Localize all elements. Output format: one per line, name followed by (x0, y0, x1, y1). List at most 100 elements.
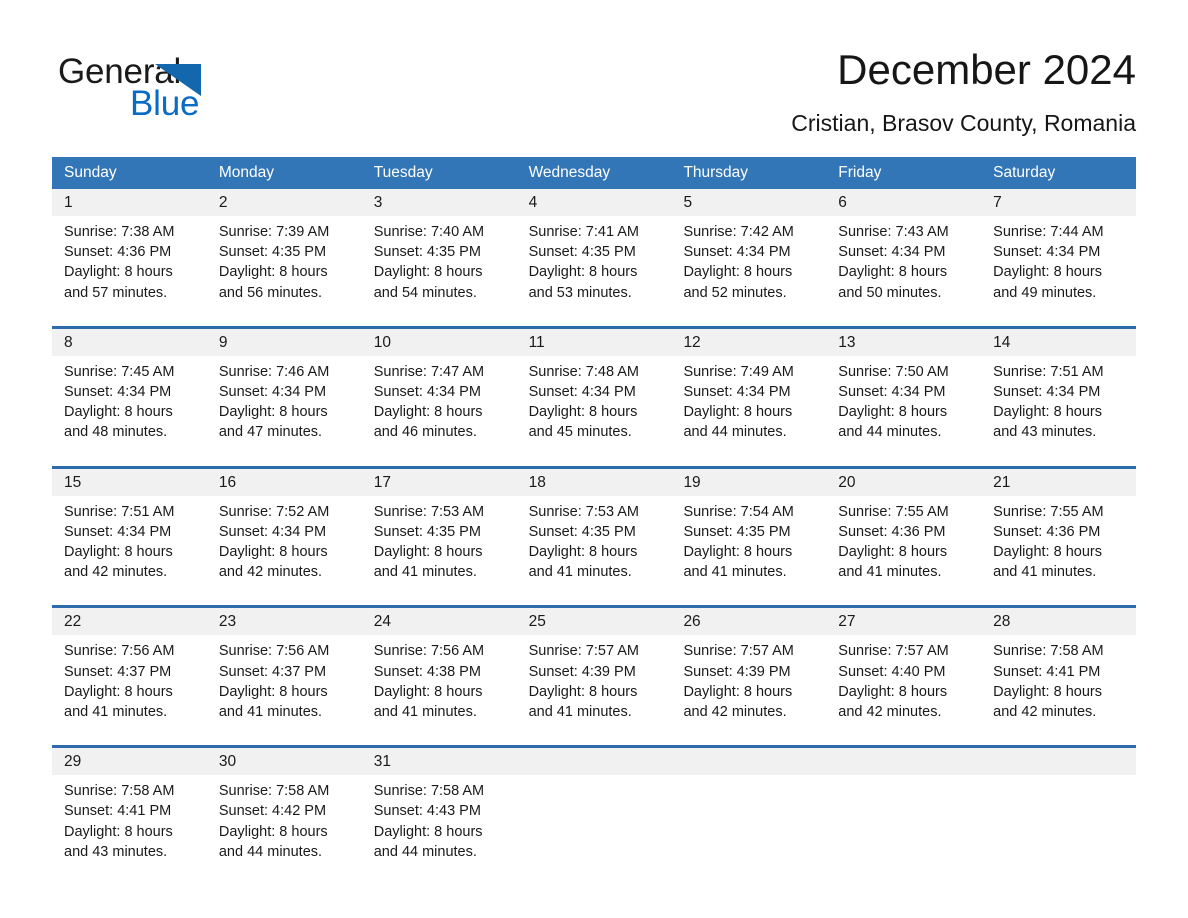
day-number[interactable]: 2 (207, 189, 362, 216)
day-cell[interactable]: Sunrise: 7:51 AM Sunset: 4:34 PM Daylight:… (52, 496, 207, 589)
day-detail-line: and 54 minutes. (373, 284, 477, 301)
day-detail-line: Sunrise: 7:57 AM (683, 643, 794, 660)
weekday-header-row: Sunday Monday Tuesday Wednesday Thursday… (52, 157, 1136, 189)
day-detail-line: and 42 minutes. (683, 704, 787, 721)
day-number[interactable]: 24 (362, 608, 517, 635)
day-number[interactable]: 31 (362, 748, 517, 775)
day-cell[interactable]: Sunrise: 7:58 AM Sunset: 4:41 PM Daylight:… (52, 775, 207, 868)
day-cell[interactable]: Sunrise: 7:53 AM Sunset: 4:35 PM Daylight:… (517, 496, 672, 589)
day-detail-line: Sunset: 4:35 PM (528, 244, 636, 261)
day-cell[interactable]: Sunrise: 7:58 AM Sunset: 4:41 PM Daylight:… (981, 635, 1136, 728)
day-cell[interactable]: Sunrise: 7:51 AM Sunset: 4:34 PM Daylight:… (981, 356, 1136, 449)
day-number[interactable]: 3 (362, 189, 517, 216)
day-cell[interactable]: Sunrise: 7:52 AM Sunset: 4:34 PM Daylight:… (207, 496, 362, 589)
day-detail-line: Sunrise: 7:52 AM (218, 503, 330, 520)
day-number[interactable]: 12 (671, 329, 826, 356)
day-detail-line: Sunset: 4:34 PM (528, 384, 636, 401)
day-number[interactable]: 9 (207, 329, 362, 356)
day-detail-line: Sunset: 4:34 PM (218, 384, 327, 401)
day-number[interactable]: 13 (826, 329, 981, 356)
day-detail-line: Sunrise: 7:45 AM (64, 363, 175, 380)
day-cell[interactable]: Sunrise: 7:57 AM Sunset: 4:39 PM Daylight:… (517, 635, 672, 728)
day-detail-line: Daylight: 8 hours (528, 683, 638, 700)
day-number[interactable]: 20 (826, 469, 981, 496)
day-number[interactable]: 28 (981, 608, 1136, 635)
day-cell[interactable]: Sunrise: 7:53 AM Sunset: 4:35 PM Daylight:… (362, 496, 517, 589)
day-cell[interactable]: Sunrise: 7:48 AM Sunset: 4:34 PM Daylight:… (517, 356, 672, 449)
day-cell[interactable]: Sunrise: 7:56 AM Sunset: 4:37 PM Daylight:… (207, 635, 362, 728)
day-cell[interactable]: Sunrise: 7:55 AM Sunset: 4:36 PM Daylight:… (981, 496, 1136, 589)
day-number[interactable]: 23 (207, 608, 362, 635)
day-detail-line: and 42 minutes. (64, 564, 168, 581)
day-cell[interactable]: Sunrise: 7:58 AM Sunset: 4:43 PM Daylight:… (362, 775, 517, 868)
day-number[interactable]: 30 (207, 748, 362, 775)
day-number-empty (671, 748, 826, 775)
day-cell[interactable]: Sunrise: 7:56 AM Sunset: 4:37 PM Daylight:… (52, 635, 207, 728)
day-detail-line: Sunset: 4:34 PM (838, 244, 946, 261)
day-detail-line: Sunset: 4:35 PM (683, 523, 791, 540)
day-number[interactable]: 14 (981, 329, 1136, 356)
day-cell[interactable]: Sunrise: 7:44 AM Sunset: 4:34 PM Daylight:… (981, 216, 1136, 309)
day-cell[interactable]: Sunrise: 7:47 AM Sunset: 4:34 PM Daylight:… (362, 356, 517, 449)
day-number[interactable]: 27 (826, 608, 981, 635)
day-cell[interactable]: Sunrise: 7:50 AM Sunset: 4:34 PM Daylight:… (826, 356, 981, 449)
day-cell[interactable]: Sunrise: 7:58 AM Sunset: 4:42 PM Daylight:… (207, 775, 362, 868)
day-cell[interactable]: Sunrise: 7:56 AM Sunset: 4:38 PM Daylight:… (362, 635, 517, 728)
day-number[interactable]: 4 (517, 189, 672, 216)
day-number[interactable]: 10 (362, 329, 517, 356)
day-number[interactable]: 21 (981, 469, 1136, 496)
day-detail-line: Sunrise: 7:57 AM (838, 643, 949, 660)
day-detail-line: Sunset: 4:35 PM (373, 244, 481, 261)
day-cell[interactable]: Sunrise: 7:46 AM Sunset: 4:34 PM Daylight:… (207, 356, 362, 449)
day-number[interactable]: 1 (52, 189, 207, 216)
day-content-row: Sunrise: 7:45 AM Sunset: 4:34 PM Daylight:… (52, 355, 1136, 449)
day-cell[interactable]: Sunrise: 7:38 AM Sunset: 4:36 PM Daylight:… (52, 216, 207, 309)
day-number[interactable]: 16 (207, 469, 362, 496)
day-cell[interactable]: Sunrise: 7:43 AM Sunset: 4:34 PM Daylight:… (826, 216, 981, 309)
day-number[interactable]: 7 (981, 189, 1136, 216)
day-number[interactable]: 25 (517, 608, 672, 635)
day-detail-line: Daylight: 8 hours (64, 683, 173, 700)
calendar-week-row: 1 2 3 4 5 6 7 Sunrise: 7:38 AM Sunset: 4:36 PM Da… (52, 189, 1136, 309)
day-detail-line: Sunrise: 7:39 AM (218, 224, 330, 240)
day-detail-line: Sunrise: 7:58 AM (218, 783, 330, 800)
day-detail-line: Sunset: 4:42 PM (218, 803, 327, 820)
day-number[interactable]: 29 (52, 748, 207, 775)
day-cell[interactable]: Sunrise: 7:54 AM Sunset: 4:35 PM Daylight:… (671, 496, 826, 589)
day-cell[interactable]: Sunrise: 7:57 AM Sunset: 4:40 PM Daylight:… (826, 635, 981, 728)
day-content-row: Sunrise: 7:51 AM Sunset: 4:34 PM Daylight:… (52, 495, 1136, 589)
day-cell[interactable]: Sunrise: 7:40 AM Sunset: 4:35 PM Daylight:… (362, 216, 517, 309)
day-detail-line: and 43 minutes. (993, 424, 1097, 441)
day-number[interactable]: 18 (517, 469, 672, 496)
day-number[interactable]: 15 (52, 469, 207, 496)
day-detail-line: Sunset: 4:34 PM (373, 384, 481, 401)
day-detail-line: Sunrise: 7:50 AM (838, 363, 949, 380)
day-number[interactable]: 17 (362, 469, 517, 496)
day-cell[interactable]: Sunrise: 7:41 AM Sunset: 4:35 PM Daylight:… (517, 216, 672, 309)
day-number[interactable]: 6 (826, 189, 981, 216)
day-cell[interactable]: Sunrise: 7:39 AM Sunset: 4:35 PM Daylight:… (207, 216, 362, 309)
day-number[interactable]: 8 (52, 329, 207, 356)
day-number[interactable]: 5 (671, 189, 826, 216)
day-cell[interactable]: Sunrise: 7:45 AM Sunset: 4:34 PM Daylight:… (52, 356, 207, 449)
day-cell[interactable]: Sunrise: 7:55 AM Sunset: 4:36 PM Daylight:… (826, 496, 981, 589)
day-cell[interactable]: Sunrise: 7:57 AM Sunset: 4:39 PM Daylight:… (671, 635, 826, 728)
day-detail-line: and 41 minutes. (218, 704, 323, 721)
day-content-row: Sunrise: 7:58 AM Sunset: 4:41 PM Daylight:… (52, 775, 1136, 869)
day-cell[interactable]: Sunrise: 7:42 AM Sunset: 4:34 PM Daylight:… (671, 216, 826, 309)
day-number-row: 29 30 31 (52, 748, 1136, 776)
day-cell[interactable]: Sunrise: 7:49 AM Sunset: 4:34 PM Daylight:… (671, 356, 826, 449)
day-detail-line: and 47 minutes. (218, 424, 323, 441)
day-detail-line: Daylight: 8 hours (838, 683, 948, 700)
day-number[interactable]: 26 (671, 608, 826, 635)
day-number[interactable]: 22 (52, 608, 207, 635)
day-number[interactable]: 11 (517, 329, 672, 356)
weekday-header-thursday: Thursday (683, 164, 749, 181)
day-detail-line: Sunrise: 7:56 AM (64, 643, 175, 660)
calendar-week-row: 8 9 10 11 12 13 14 Sunrise: 7:45 AM Sunset: 4:34… (52, 325, 1136, 449)
day-detail-line: Daylight: 8 hours (64, 544, 173, 561)
day-detail-line: Sunrise: 7:44 AM (993, 224, 1104, 240)
day-cell-empty (826, 775, 981, 868)
day-number[interactable]: 19 (671, 469, 826, 496)
week-spacer (52, 728, 1136, 746)
